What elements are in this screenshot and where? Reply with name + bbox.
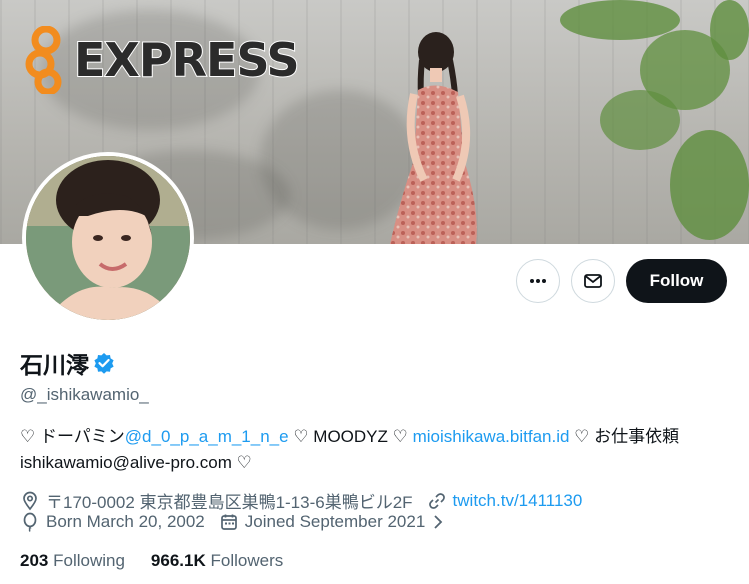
- joined-text: Joined September 2021: [244, 512, 426, 531]
- profile-handle: @_ishikawamio_: [20, 385, 149, 404]
- chevron-right-icon: [434, 515, 443, 529]
- express-logo-icon: [25, 26, 62, 94]
- avatar-photo: [26, 156, 190, 320]
- profile-bio: ♡ ドーパミン@d_0_p_a_m_1_n_e ♡ MOODYZ ♡ miois…: [20, 424, 732, 476]
- display-name: 石川澪: [20, 352, 89, 378]
- followers-label: Followers: [210, 551, 284, 570]
- location-item: 〒170-0002 東京都豊島区巣鴨1-13-6巣鴨ビル2F: [20, 488, 413, 513]
- bio-text-2: ♡ MOODYZ ♡: [288, 427, 413, 446]
- banner-person-illustration: [390, 32, 477, 244]
- express-watermark: EXPRESS: [22, 26, 301, 94]
- verified-badge-icon: [94, 353, 114, 374]
- mail-icon: [584, 274, 602, 288]
- bio-text-1: ♡ ドーパミン: [20, 427, 125, 446]
- birthday-item: Born March 20, 2002: [20, 512, 205, 532]
- balloon-icon: [23, 512, 37, 532]
- bio-website-link[interactable]: mioishikawa.bitfan.id: [413, 427, 570, 446]
- location-pin-icon: [23, 491, 37, 510]
- profile-meta-row-2: Born March 20, 2002 Joined September 202…: [20, 512, 459, 532]
- link-icon: [428, 492, 445, 509]
- more-button[interactable]: [516, 259, 560, 303]
- profile-stats: 203 Following 966.1K Followers: [20, 551, 283, 571]
- follow-button[interactable]: Follow: [626, 259, 727, 303]
- following-label: Following: [53, 551, 125, 570]
- birthday-text: Born March 20, 2002: [46, 512, 205, 531]
- followers-count: 966.1K: [150, 551, 206, 570]
- profile-avatar[interactable]: [22, 152, 194, 324]
- website-item: twitch.tv/1411130: [427, 491, 583, 511]
- followers-link[interactable]: 966.1K Followers: [151, 551, 283, 571]
- message-button[interactable]: [571, 259, 615, 303]
- more-horizontal-icon: [530, 279, 546, 283]
- following-count: 203: [20, 551, 49, 570]
- bio-mention-link[interactable]: @d_0_p_a_m_1_n_e: [125, 427, 289, 446]
- location-text: 〒170-0002 東京都豊島区巣鴨1-13-6巣鴨ビル2F: [46, 493, 413, 512]
- profile-meta-row-1: 〒170-0002 東京都豊島区巣鴨1-13-6巣鴨ビル2F twitch.tv…: [20, 488, 596, 513]
- watermark-text: EXPRESS: [73, 32, 301, 88]
- profile-name: 石川澪: [20, 346, 115, 380]
- following-link[interactable]: 203 Following: [20, 551, 125, 571]
- calendar-icon: [220, 514, 237, 530]
- website-link[interactable]: twitch.tv/1411130: [453, 491, 583, 511]
- joined-item[interactable]: Joined September 2021: [219, 512, 446, 532]
